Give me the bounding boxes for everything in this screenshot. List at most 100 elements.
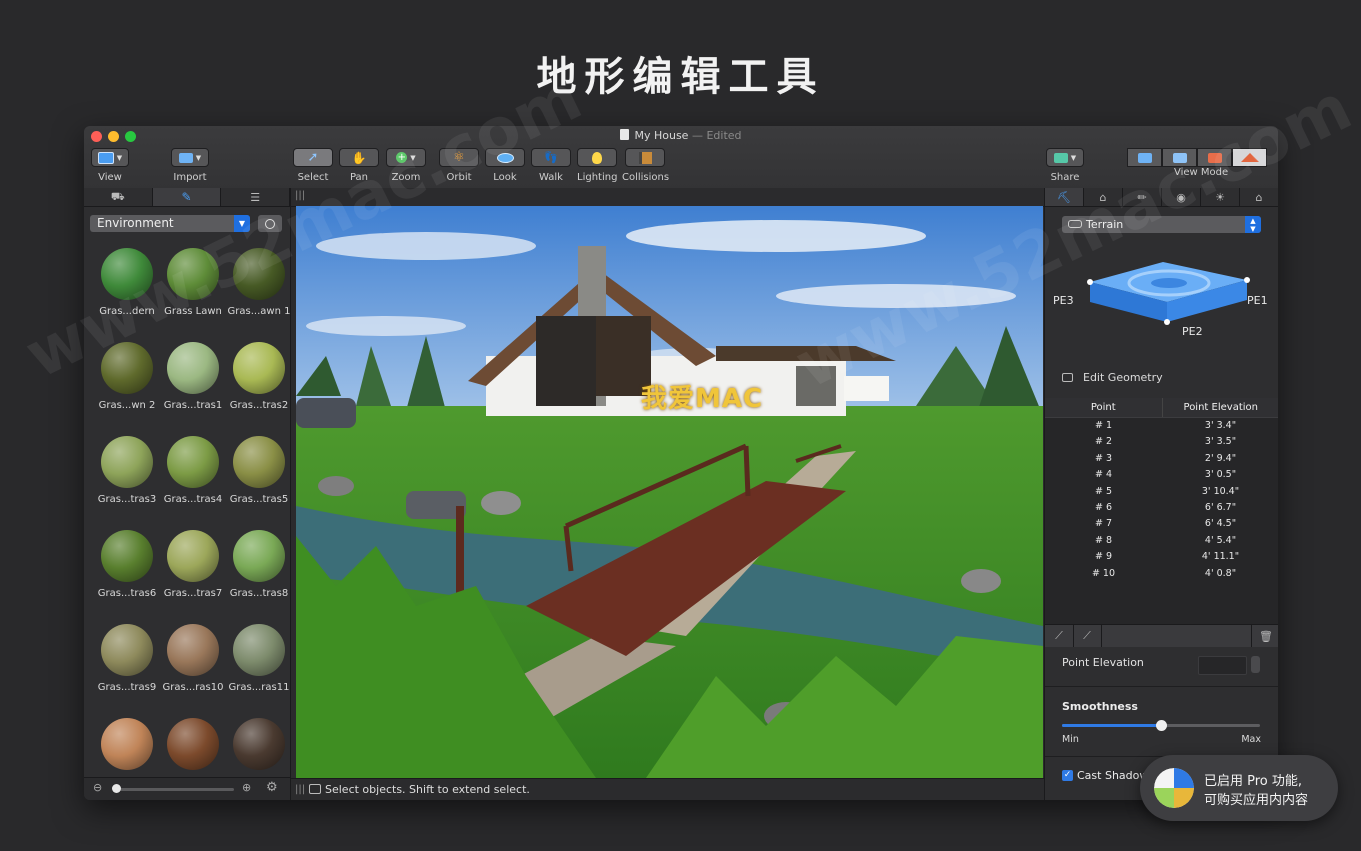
cast-shadow-checkbox[interactable]: ✓ Cast Shadow	[1062, 769, 1148, 782]
edit-geometry-toggle[interactable]: Edit Geometry	[1062, 371, 1163, 384]
point-elevation-cell: 6' 4.5"	[1204, 518, 1237, 530]
view-button[interactable]: ▼	[91, 148, 129, 167]
tab-list[interactable]: ☰	[221, 188, 291, 206]
tab-camera[interactable]: ◉	[1162, 188, 1201, 206]
tab-materials[interactable]: ✎	[152, 188, 222, 206]
col-elevation[interactable]: Point Elevation	[1163, 398, 1279, 417]
category-select[interactable]: Environment ▼	[90, 215, 250, 232]
view-mode-2d-button[interactable]	[1127, 148, 1162, 167]
smoothness-slider[interactable]	[1062, 720, 1260, 731]
pro-features-badge[interactable]: 已启用 Pro 功能, 可购买应用内内容	[1140, 755, 1338, 821]
pan-tool[interactable]: ✋ Pan	[339, 148, 379, 183]
material-swatch[interactable]: Gras...tras4	[160, 436, 226, 505]
share-tool[interactable]: ▼ Share	[1046, 148, 1084, 183]
select-tool[interactable]: ➚ Select	[293, 148, 333, 183]
import-button[interactable]: ▼	[171, 148, 209, 167]
tab-materials[interactable]: ✏	[1123, 188, 1162, 206]
thumbnail-size-knob[interactable]	[112, 784, 121, 793]
orbit-tool[interactable]: ⚛ Orbit	[439, 148, 479, 183]
lighting-tool[interactable]: Lighting	[577, 148, 617, 183]
zoom-button[interactable]: + ▼	[386, 148, 426, 167]
material-swatch[interactable]: Gras...ras11	[226, 624, 290, 693]
material-swatch[interactable]: Gras...tras3	[94, 436, 160, 505]
zoom-tool[interactable]: + ▼ Zoom	[386, 148, 426, 183]
material-swatch[interactable]	[94, 718, 160, 776]
col-point[interactable]: Point	[1045, 398, 1163, 417]
collisions-button[interactable]	[625, 148, 665, 167]
share-button[interactable]: ▼	[1046, 148, 1084, 167]
material-swatch[interactable]: Gras...dern	[94, 248, 160, 317]
search-button[interactable]	[258, 215, 282, 232]
material-swatch[interactable]	[160, 718, 226, 776]
cast-shadow-label: Cast Shadow	[1077, 769, 1149, 782]
import-tool[interactable]: ▼ Import	[170, 148, 210, 183]
table-row[interactable]: # 8 4' 5.4"	[1045, 533, 1278, 549]
material-swatch[interactable]: Gras...wn 2	[94, 342, 160, 411]
move-point-button[interactable]: ⟋	[1073, 625, 1102, 647]
drag-handle-icon[interactable]: |||	[295, 779, 305, 800]
tab-building[interactable]: ⌂	[1240, 188, 1278, 206]
edit-geometry-label: Edit Geometry	[1083, 371, 1163, 384]
sofa-icon: ⛟	[110, 189, 125, 203]
material-swatch[interactable]: Gras...tras9	[94, 624, 160, 693]
table-row[interactable]: # 2 3' 3.5"	[1045, 434, 1278, 450]
3d-viewport[interactable]: 我爱MAC	[296, 206, 1043, 778]
object-type-select[interactable]: Terrain ▲ ▼	[1062, 216, 1261, 233]
look-tool[interactable]: Look	[485, 148, 525, 183]
tab-storey[interactable]: ⌂	[1084, 188, 1123, 206]
point-id-cell: # 8	[1094, 534, 1113, 546]
inspector-tabs: ⛏ ⌂ ✏ ◉ ☀ ⌂	[1045, 188, 1278, 207]
material-swatch[interactable]: Grass Lawn	[160, 248, 226, 317]
tab-light[interactable]: ☀	[1201, 188, 1240, 206]
view-mode-3d-split-button[interactable]	[1197, 148, 1232, 167]
tab-object[interactable]: ⛏	[1045, 188, 1084, 206]
material-swatch[interactable]: Gras...tras2	[226, 342, 290, 411]
lighting-button[interactable]	[577, 148, 617, 167]
add-point-button[interactable]: ⟋	[1045, 625, 1074, 647]
table-row[interactable]: # 3 2' 9.4"	[1045, 451, 1278, 467]
zoom-out-icon[interactable]: ⊖	[93, 781, 102, 794]
material-swatch[interactable]: Gras...tras1	[160, 342, 226, 411]
point-elevation-field[interactable]	[1198, 656, 1247, 675]
orbit-button[interactable]: ⚛	[439, 148, 479, 167]
tab-furniture[interactable]: ⛟	[84, 188, 153, 206]
thumbnail-size-slider[interactable]	[114, 788, 234, 791]
material-swatch[interactable]: Gras...ras10	[160, 624, 226, 693]
material-swatch[interactable]: Gras...tras6	[94, 530, 160, 599]
smoothness-knob[interactable]	[1156, 720, 1167, 731]
zoom-in-icon[interactable]: ⊕	[242, 781, 251, 794]
collisions-tool[interactable]: Collisions	[622, 148, 669, 183]
view-mode-control[interactable]	[1127, 148, 1267, 167]
material-sphere	[233, 530, 285, 582]
walk-button[interactable]: 👣	[531, 148, 571, 167]
material-swatch[interactable]: Gras...tras8	[226, 530, 290, 599]
point-elevation-cell: 4' 0.8"	[1204, 567, 1237, 579]
look-button[interactable]	[485, 148, 525, 167]
material-swatch[interactable]: Gras...awn 1	[226, 248, 290, 317]
material-swatch[interactable]	[226, 718, 290, 776]
table-row[interactable]: # 10 4' 0.8"	[1045, 566, 1278, 582]
material-swatch[interactable]: Gras...tras5	[226, 436, 290, 505]
checkmark-icon: ✓	[1062, 770, 1073, 781]
material-label: Gras...tras6	[97, 588, 157, 599]
table-row[interactable]: # 4 3' 0.5"	[1045, 467, 1278, 483]
point-elevation-stepper[interactable]	[1251, 656, 1260, 673]
view-tool[interactable]: ▼ View	[90, 148, 130, 183]
view-mode-3d-button[interactable]	[1232, 148, 1267, 167]
delete-point-button[interactable]: 🗑	[1251, 625, 1278, 647]
table-row[interactable]: # 5 3' 10.4"	[1045, 484, 1278, 500]
view-mode-2d-3d-button[interactable]	[1162, 148, 1197, 167]
material-swatch[interactable]: Gras...tras7	[160, 530, 226, 599]
pan-button[interactable]: ✋	[339, 148, 379, 167]
drag-handle-icon[interactable]: |||	[295, 190, 305, 201]
points-toolbar: ⟋ ⟋ 🗑	[1045, 624, 1278, 647]
walk-tool[interactable]: 👣 Walk	[531, 148, 571, 183]
pro-badge-line1: 已启用 Pro 功能,	[1204, 774, 1303, 789]
table-row[interactable]: # 7 6' 4.5"	[1045, 516, 1278, 532]
select-button[interactable]: ➚	[293, 148, 333, 167]
table-row[interactable]: # 9 4' 11.1"	[1045, 549, 1278, 565]
material-label: Gras...tras9	[97, 682, 157, 693]
gear-icon[interactable]: ⚙	[266, 780, 278, 795]
table-row[interactable]: # 6 6' 6.7"	[1045, 500, 1278, 516]
table-row[interactable]: # 1 3' 3.4"	[1045, 418, 1278, 434]
